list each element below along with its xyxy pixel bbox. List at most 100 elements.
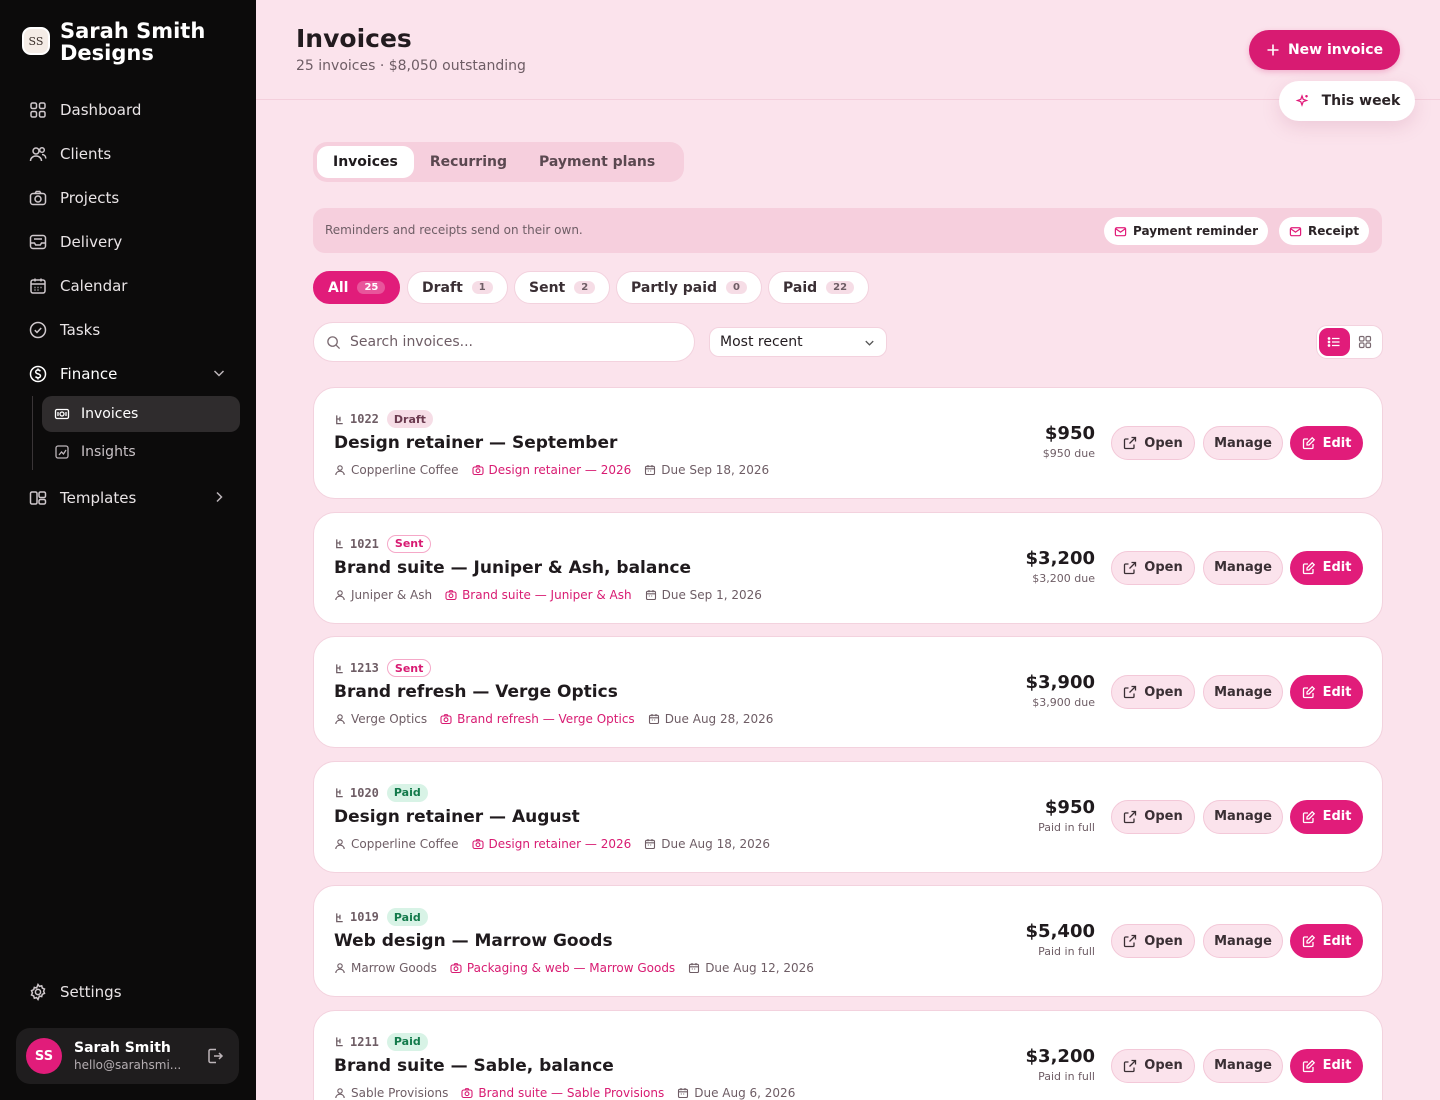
hash-icon [334, 787, 345, 798]
tab-invoices[interactable]: Invoices [317, 146, 414, 178]
filter-paid[interactable]: Paid 22 [768, 271, 870, 304]
sidebar-item-settings[interactable]: Settings [16, 970, 240, 1014]
edit-button[interactable]: Edit [1290, 675, 1363, 709]
invoice-card[interactable]: 1022 Draft Design retainer — September C… [313, 387, 1383, 499]
invoice-title[interactable]: Web design — Marrow Goods [334, 931, 613, 951]
camera-icon [28, 188, 48, 208]
invoice-card[interactable]: 1211 Paid Brand suite — Sable, balance S… [313, 1009, 1383, 1100]
open-button[interactable]: Open [1111, 1048, 1195, 1083]
edit-label: Edit [1322, 809, 1352, 824]
filter-count: 2 [574, 281, 596, 294]
invoice-title[interactable]: Design retainer — August [334, 807, 580, 827]
manage-button[interactable]: Manage [1203, 426, 1283, 460]
sidebar-item-label: Settings [60, 983, 122, 1001]
list-view-button[interactable] [1319, 328, 1350, 356]
sidebar-item-tasks[interactable]: Tasks [16, 308, 240, 352]
sidebar-item-invoices[interactable]: Invoices [42, 396, 240, 432]
camera-icon [450, 962, 462, 974]
invoice-number-row: 1021 Sent [334, 534, 432, 553]
edit-button[interactable]: Edit [1290, 924, 1363, 958]
open-button[interactable]: Open [1111, 550, 1195, 585]
search-input[interactable] [350, 334, 670, 350]
search-box [313, 322, 695, 362]
tab-payment-plans[interactable]: Payment plans [523, 146, 671, 178]
receipt-label: Receipt [1308, 224, 1360, 238]
invoice-project[interactable]: Brand refresh — Verge Optics [440, 712, 635, 726]
new-invoice-button[interactable]: New invoice [1249, 30, 1400, 70]
receipt-icon [54, 406, 70, 422]
chevron-right-icon[interactable] [210, 488, 228, 506]
sidebar-item-label: Calendar [60, 277, 128, 295]
sidebar-item-delivery[interactable]: Delivery [16, 220, 240, 264]
manage-button[interactable]: Manage [1203, 1048, 1283, 1083]
sort-select[interactable]: Most recent [709, 327, 887, 357]
sidebar-item-calendar[interactable]: Calendar [16, 264, 240, 308]
this-week-label: This week [1321, 93, 1401, 109]
manage-button[interactable]: Manage [1203, 550, 1283, 585]
hash-icon [334, 1036, 345, 1047]
edit-button[interactable]: Edit [1290, 550, 1363, 585]
invoice-card[interactable]: 1020 Paid Design retainer — August Coppe… [313, 760, 1383, 873]
open-button[interactable]: Open [1111, 924, 1195, 958]
sidebar-item-clients[interactable]: Clients [16, 132, 240, 176]
external-link-icon [1123, 561, 1137, 575]
sidebar-item-label: Templates [60, 489, 137, 507]
invoice-project[interactable]: Brand suite — Sable Provisions [461, 1086, 664, 1100]
edit-button[interactable]: Edit [1290, 799, 1363, 834]
invoice-project[interactable]: Packaging & web — Marrow Goods [450, 961, 675, 975]
sidebar-item-templates[interactable]: Templates [16, 476, 240, 520]
this-week-button[interactable]: This week [1279, 81, 1415, 121]
brand[interactable]: SS Sarah Smith Designs [22, 20, 230, 64]
open-button[interactable]: Open [1111, 799, 1195, 834]
manage-button[interactable]: Manage [1203, 799, 1283, 834]
manage-label: Manage [1214, 933, 1272, 949]
invoice-card[interactable]: 1019 Paid Web design — Marrow Goods Marr… [313, 885, 1383, 997]
open-button[interactable]: Open [1111, 426, 1195, 460]
receipt-button[interactable]: Receipt [1279, 217, 1370, 245]
filter-partly-paid[interactable]: Partly paid 0 [616, 271, 762, 304]
invoice-number: 1021 [350, 536, 379, 551]
sidebar-item-insights[interactable]: Insights [42, 434, 240, 470]
external-link-icon [1123, 1059, 1137, 1073]
user-card[interactable]: SS Sarah Smith hello@sarahsmi... [16, 1028, 239, 1084]
invoice-title[interactable]: Brand refresh — Verge Optics [334, 682, 618, 702]
invoice-number-row: 1211 Paid [334, 1032, 428, 1051]
sidebar-item-finance[interactable]: Finance [16, 352, 240, 396]
tab-recurring[interactable]: Recurring [414, 146, 523, 178]
payment-reminder-button[interactable]: Payment reminder [1104, 217, 1268, 245]
chevron-down-icon [863, 336, 876, 349]
edit-button[interactable]: Edit [1290, 1048, 1363, 1083]
sidebar-item-projects[interactable]: Projects [16, 176, 240, 220]
edit-label: Edit [1322, 560, 1352, 575]
calendar-icon [677, 1087, 689, 1099]
logout-icon[interactable] [205, 1046, 225, 1066]
client-name: Juniper & Ash [351, 587, 433, 602]
edit-icon [1302, 934, 1316, 948]
invoice-due: Due Aug 28, 2026 [648, 712, 773, 726]
invoice-card[interactable]: 1213 Sent Brand refresh — Verge Optics V… [313, 636, 1383, 748]
filter-all[interactable]: All 25 [313, 271, 401, 304]
edit-button[interactable]: Edit [1290, 426, 1363, 460]
invoice-number: 1213 [350, 661, 379, 675]
invoice-card[interactable]: 1021 Sent Brand suite — Juniper & Ash, b… [313, 511, 1383, 624]
invoice-project[interactable]: Design retainer — 2026 [471, 463, 631, 477]
filter-label: Partly paid [631, 279, 718, 296]
open-button[interactable]: Open [1111, 675, 1195, 709]
sort-value: Most recent [720, 334, 803, 350]
manage-button[interactable]: Manage [1203, 675, 1283, 709]
edit-icon [1302, 561, 1316, 575]
grid-view-button[interactable] [1350, 328, 1381, 356]
chevron-down-icon[interactable] [210, 364, 228, 382]
status-badge: Paid [386, 783, 428, 802]
invoice-project[interactable]: Design retainer — 2026 [471, 837, 631, 851]
filter-sent[interactable]: Sent 2 [514, 271, 611, 304]
invoice-project[interactable]: Brand suite — Juniper & Ash [445, 588, 632, 602]
manage-button[interactable]: Manage [1203, 924, 1283, 958]
due-date: Due Aug 6, 2026 [694, 1085, 796, 1100]
invoice-title[interactable]: Brand suite — Sable, balance [334, 1056, 614, 1076]
sidebar-item-dashboard[interactable]: Dashboard [16, 88, 240, 132]
invoice-title[interactable]: Design retainer — September [334, 433, 617, 453]
filter-draft[interactable]: Draft 1 [407, 271, 508, 304]
invoice-title[interactable]: Brand suite — Juniper & Ash, balance [334, 558, 691, 578]
sidebar-nav: Dashboard Clients Projects Delivery Cale… [16, 88, 240, 520]
